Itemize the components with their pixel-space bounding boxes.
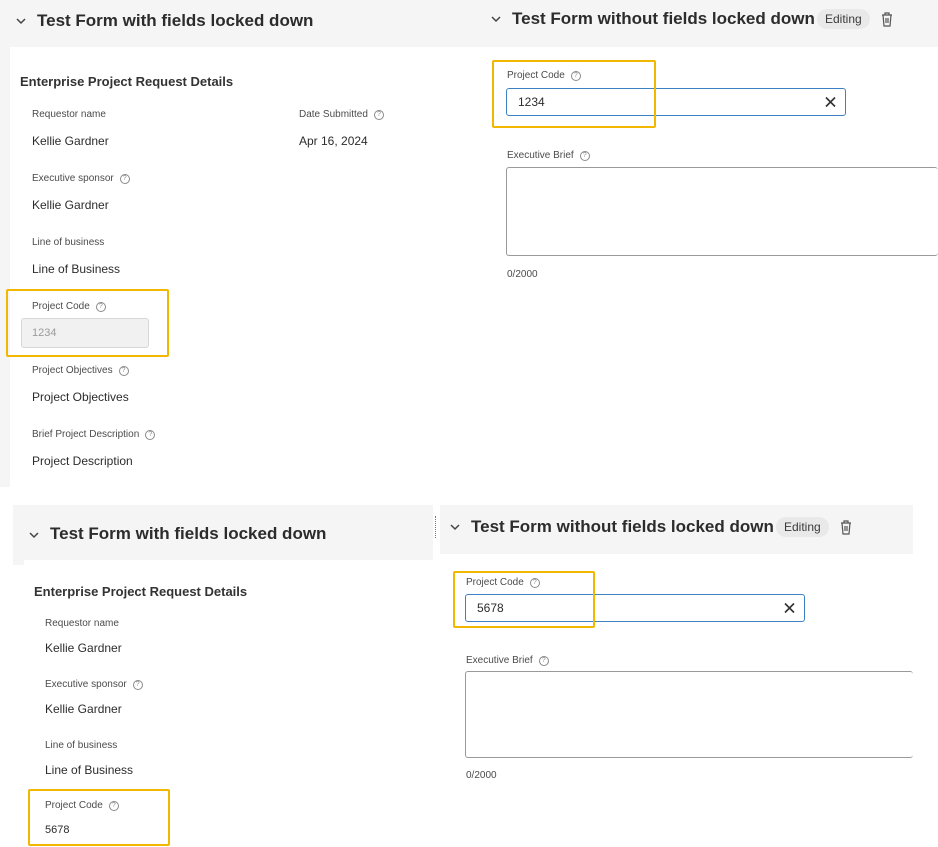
executive-brief-label: Executive Brief? — [466, 655, 549, 666]
editing-badge: Editing — [817, 9, 870, 29]
section-title-locked[interactable]: Test Form with fields locked down — [50, 524, 326, 544]
date-submitted-value: Apr 16, 2024 — [299, 134, 368, 148]
project-objectives-value: Project Objectives — [32, 390, 129, 404]
line-of-business-label: Line of business — [45, 740, 118, 751]
chevron-down-icon[interactable] — [490, 13, 502, 25]
date-submitted-label: Date Submitted? — [299, 109, 384, 120]
requestor-value: Kellie Gardner — [32, 134, 109, 148]
highlight-box — [6, 289, 169, 357]
trash-icon[interactable] — [839, 519, 853, 535]
requestor-label: Requestor name — [45, 618, 119, 629]
executive-sponsor-value: Kellie Gardner — [45, 702, 122, 716]
pane-divider — [435, 516, 436, 538]
chevron-down-icon[interactable] — [15, 15, 27, 27]
executive-sponsor-label: Executive sponsor? — [32, 173, 130, 184]
executive-brief-textarea[interactable] — [465, 671, 913, 758]
line-of-business-value: Line of Business — [45, 763, 134, 777]
close-icon[interactable] — [825, 96, 836, 108]
requestor-label: Requestor name — [32, 109, 106, 120]
question-circle-icon[interactable]: ? — [373, 109, 384, 120]
project-description-value: Project Description — [32, 454, 133, 468]
chevron-down-icon[interactable] — [28, 529, 40, 541]
question-circle-icon[interactable]: ? — [579, 150, 590, 161]
question-circle-icon[interactable]: ? — [118, 365, 129, 376]
section-title-unlocked[interactable]: Test Form without fields locked down — [512, 9, 815, 29]
form-title: Enterprise Project Request Details — [34, 584, 248, 599]
highlight-box — [453, 571, 595, 628]
line-of-business-value: Line of Business — [32, 262, 121, 276]
question-circle-icon[interactable]: ? — [132, 679, 143, 690]
question-circle-icon[interactable]: ? — [119, 173, 130, 184]
chevron-down-icon[interactable] — [449, 521, 461, 533]
executive-sponsor-label: Executive sponsor? — [45, 679, 143, 690]
editing-badge: Editing — [776, 517, 829, 537]
highlight-box — [28, 789, 170, 846]
executive-sponsor-value: Kellie Gardner — [32, 198, 109, 212]
question-circle-icon[interactable]: ? — [538, 655, 549, 666]
requestor-value: Kellie Gardner — [45, 641, 122, 655]
project-description-label: Brief Project Description? — [32, 429, 156, 440]
section-title-unlocked[interactable]: Test Form without fields locked down — [471, 517, 774, 537]
trash-icon[interactable] — [880, 11, 894, 27]
question-circle-icon[interactable]: ? — [145, 429, 156, 440]
character-counter: 0/2000 — [466, 770, 497, 781]
executive-brief-label: Executive Brief? — [507, 150, 590, 161]
form-title: Enterprise Project Request Details — [20, 74, 234, 89]
close-icon[interactable] — [784, 602, 795, 614]
project-objectives-label: Project Objectives? — [32, 365, 129, 376]
executive-brief-textarea[interactable] — [506, 167, 938, 256]
section-title-locked[interactable]: Test Form with fields locked down — [37, 11, 313, 31]
line-of-business-label: Line of business — [32, 237, 105, 248]
character-counter: 0/2000 — [507, 269, 538, 280]
highlight-box — [492, 60, 656, 128]
